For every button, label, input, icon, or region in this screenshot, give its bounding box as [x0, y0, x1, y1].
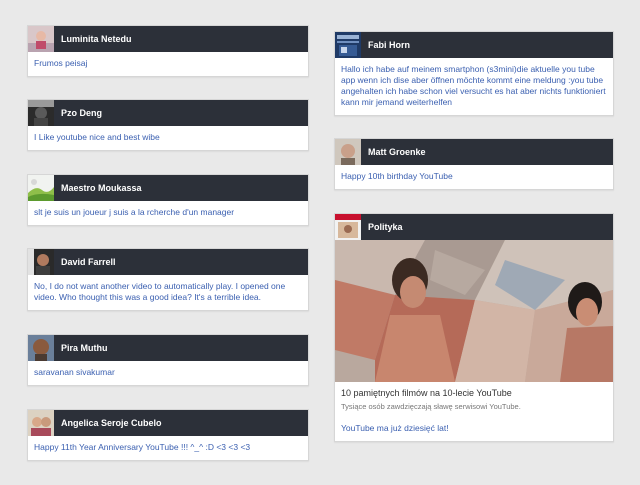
comment-text: I Like youtube nice and best wibe — [34, 132, 160, 142]
comment-text: slt je suis un joueur j suis a la rcherc… — [34, 207, 235, 217]
comment-card: Maestro Moukassa slt je suis un joueur j… — [27, 174, 309, 226]
comment-text: Happy 11th Year Anniversary YouTube !!! … — [34, 442, 251, 452]
comment-text: Frumos peisaj — [34, 58, 88, 68]
comment-card: David Farrell No, I do not want another … — [27, 248, 309, 311]
comment-card: Pzo Deng I Like youtube nice and best wi… — [27, 99, 309, 151]
author-name[interactable]: Pira Muthu — [61, 343, 108, 353]
landscape-avatar-icon[interactable] — [28, 175, 54, 201]
poster-avatar-icon[interactable] — [335, 32, 361, 58]
card-header: Pira Muthu — [28, 335, 308, 361]
card-header: Maestro Moukassa — [28, 175, 308, 201]
comment-card: Luminita Netedu Frumos peisaj — [27, 25, 309, 77]
author-name[interactable]: Angelica Seroje Cubelo — [61, 418, 162, 428]
author-name[interactable]: Fabi Horn — [368, 40, 410, 50]
card-header: Matt Groenke — [335, 139, 613, 165]
girl-avatar-icon[interactable] — [28, 26, 54, 52]
comment-card: Fabi Horn Hallo ich habe auf meinem smar… — [334, 31, 614, 116]
woman-avatar-icon[interactable] — [28, 410, 54, 436]
man-portrait-avatar-icon[interactable] — [28, 249, 54, 275]
comment-text: Hallo ich habe auf meinem smartphon (s3m… — [341, 64, 606, 107]
man-avatar-icon[interactable] — [335, 139, 361, 165]
author-name[interactable]: Polityka — [368, 222, 403, 232]
card-header: Pzo Deng — [28, 100, 308, 126]
dark-portrait-avatar-icon[interactable] — [28, 100, 54, 126]
video-card: Polityka 10 pamiętnych filmów na 10-leci… — [334, 213, 614, 442]
card-header: David Farrell — [28, 249, 308, 275]
comment-text: saravanan sivakumar — [34, 367, 115, 377]
video-link[interactable]: YouTube ma już dziesięć lat! — [335, 419, 613, 441]
card-header: Luminita Netedu — [28, 26, 308, 52]
author-name[interactable]: Pzo Deng — [61, 108, 102, 118]
face-avatar-icon[interactable] — [28, 335, 54, 361]
author-name[interactable]: Maestro Moukassa — [61, 183, 142, 193]
comment-text: No, I do not want another video to autom… — [34, 281, 286, 302]
magazine-cover-avatar-icon[interactable] — [335, 214, 361, 240]
author-name[interactable]: Matt Groenke — [368, 147, 426, 157]
comment-card: Matt Groenke Happy 10th birthday YouTube — [334, 138, 614, 190]
comment-card: Pira Muthu saravanan sivakumar — [27, 334, 309, 386]
comment-text: Happy 10th birthday YouTube — [341, 171, 453, 181]
card-header: Angelica Seroje Cubelo — [28, 410, 308, 436]
video-thumbnail[interactable] — [335, 240, 613, 382]
video-thumbnail-art — [335, 240, 613, 382]
video-description: Tysiące osób zawdzięczają sławę serwisow… — [341, 402, 521, 411]
author-name[interactable]: Luminita Netedu — [61, 34, 132, 44]
card-header: Polityka — [335, 214, 613, 240]
video-title[interactable]: 10 pamiętnych filmów na 10-lecie YouTube — [335, 382, 613, 400]
author-name[interactable]: David Farrell — [61, 257, 116, 267]
card-header: Fabi Horn — [335, 32, 613, 58]
comment-card: Angelica Seroje Cubelo Happy 11th Year A… — [27, 409, 309, 461]
